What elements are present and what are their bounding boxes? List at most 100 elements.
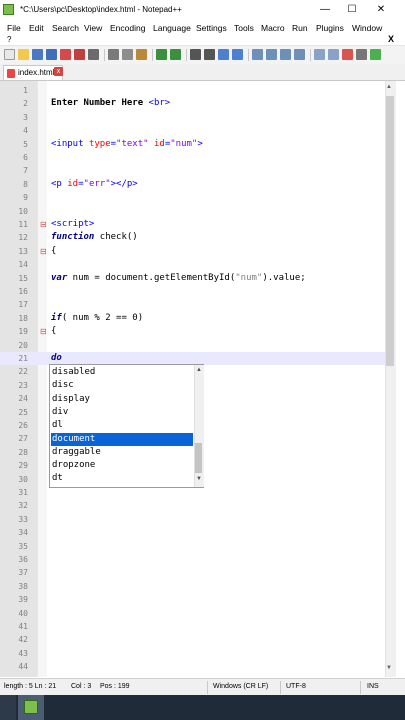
editor-line[interactable]: 40 [0, 607, 395, 620]
editor-line[interactable]: 11 <script> ⊟ [0, 218, 395, 231]
editor-line[interactable]: 16 [0, 285, 395, 298]
code-text[interactable]: Enter Number Here <br> [51, 97, 170, 110]
fold-toggle-icon[interactable]: ⊟ [40, 218, 47, 231]
editor-line[interactable]: 42 [0, 633, 395, 646]
code-text[interactable]: function check() [51, 231, 138, 244]
menu-macro[interactable]: Macro [261, 23, 285, 33]
code-text[interactable]: { [51, 325, 56, 338]
autocomplete-item[interactable]: document [51, 432, 193, 446]
editor-line[interactable]: 32 [0, 499, 395, 512]
menu-window[interactable]: Window [352, 23, 382, 33]
stop-macro-icon[interactable] [356, 49, 367, 60]
zoom-out-icon[interactable] [232, 49, 243, 60]
editor-line[interactable]: 1 [0, 84, 395, 97]
scroll-up-arrow-icon[interactable]: ▲ [386, 84, 392, 90]
editor-line[interactable]: 39 [0, 593, 395, 606]
status-encoding[interactable]: UTF-8 [286, 683, 306, 690]
close-file-icon[interactable] [60, 49, 71, 60]
tab-close-icon[interactable]: x [54, 67, 63, 76]
editor-line[interactable]: 20 [0, 339, 395, 352]
menu-edit[interactable]: Edit [29, 23, 44, 33]
replace-icon[interactable] [204, 49, 215, 60]
minimize-button[interactable]: — [314, 2, 336, 18]
editor-line[interactable]: 18 if( num % 2 == 0) [0, 312, 395, 325]
autocomplete-item[interactable]: display [51, 393, 193, 406]
notepad-taskbar-icon[interactable] [24, 700, 38, 714]
menu-settings[interactable]: Settings [196, 23, 227, 33]
code-text[interactable]: <input type="text" id="num"> [51, 138, 203, 151]
undo-icon[interactable] [156, 49, 167, 60]
editor-line[interactable]: 14 [0, 258, 395, 271]
editor-line[interactable]: 36 [0, 553, 395, 566]
new-file-icon[interactable] [4, 49, 15, 60]
code-text[interactable]: <p id="err"></p> [51, 178, 138, 191]
find-icon[interactable] [190, 49, 201, 60]
editor-line[interactable]: 41 [0, 620, 395, 633]
editor-line[interactable]: 44 [0, 660, 395, 673]
editor-line[interactable]: 8 <p id="err"></p> [0, 178, 395, 191]
editor-line[interactable]: 38 [0, 580, 395, 593]
zoom-in-icon[interactable] [218, 49, 229, 60]
autocomplete-item[interactable]: div [51, 406, 193, 419]
close-window-button[interactable]: ✕ [370, 2, 392, 18]
autocomplete-scroll-down-icon[interactable]: ▼ [196, 476, 202, 482]
function-list-icon[interactable] [328, 49, 339, 60]
vertical-scrollbar-thumb[interactable] [386, 96, 394, 366]
close-all-icon[interactable] [74, 49, 85, 60]
editor-line[interactable]: 31 [0, 486, 395, 499]
menu-language[interactable]: Language [153, 23, 191, 33]
paste-icon[interactable] [136, 49, 147, 60]
autocomplete-item[interactable]: dropzone [51, 459, 193, 472]
scroll-down-arrow-icon[interactable]: ▼ [386, 665, 392, 671]
menu-help[interactable]: ? [7, 35, 11, 44]
editor-line[interactable]: 7 [0, 164, 395, 177]
open-file-icon[interactable] [18, 49, 29, 60]
redo-icon[interactable] [170, 49, 181, 60]
autocomplete-item[interactable]: disabled [51, 366, 193, 379]
editor-line[interactable]: 12 function check() [0, 231, 395, 244]
editor-line[interactable]: 2 Enter Number Here <br> [0, 97, 395, 110]
autocomplete-scrollbar-thumb[interactable] [195, 443, 202, 473]
editor-line[interactable]: 4 [0, 124, 395, 137]
editor-line[interactable]: 13 {⊟ [0, 245, 395, 258]
autocomplete-item[interactable]: dt [51, 472, 193, 485]
editor-line[interactable]: 19 {⊟ [0, 325, 395, 338]
code-text[interactable]: if( num % 2 == 0) [51, 312, 143, 325]
menu-plugins[interactable]: Plugins [316, 23, 344, 33]
menu-search[interactable]: Search [52, 23, 79, 33]
play-macro-icon[interactable] [370, 49, 381, 60]
editor-line[interactable]: 17 [0, 298, 395, 311]
status-insert-mode[interactable]: INS [367, 683, 379, 690]
editor-line[interactable]: 43 [0, 647, 395, 660]
show-all-chars-icon[interactable] [280, 49, 291, 60]
print-icon[interactable] [88, 49, 99, 60]
indent-guide-icon[interactable] [294, 49, 305, 60]
menu-file[interactable]: File [7, 23, 21, 33]
editor-line[interactable]: 37 [0, 566, 395, 579]
autocomplete-item[interactable]: disc [51, 379, 193, 392]
save-all-icon[interactable] [46, 49, 57, 60]
menu-tools[interactable]: Tools [234, 23, 254, 33]
editor-line[interactable]: 9 [0, 191, 395, 204]
word-wrap-icon[interactable] [266, 49, 277, 60]
menu-run[interactable]: Run [292, 23, 308, 33]
fold-toggle-icon[interactable]: ⊟ [40, 325, 47, 338]
autocomplete-item[interactable]: draggable [51, 446, 193, 459]
menu-view[interactable]: View [84, 23, 102, 33]
code-text[interactable]: { [51, 245, 56, 258]
editor-line[interactable]: 15 var num = document.getElementById("num… [0, 272, 395, 285]
editor-line[interactable]: 5 <input type="text" id="num"> [0, 138, 395, 151]
menu-encoding[interactable]: Encoding [110, 23, 145, 33]
editor-line[interactable]: 33 [0, 513, 395, 526]
code-text[interactable]: var num = document.getElementById("num")… [51, 272, 306, 285]
tab-index-html[interactable]: index.html x [3, 65, 63, 80]
close-document-button[interactable]: X [388, 34, 394, 44]
autocomplete-item[interactable]: dl [51, 419, 193, 432]
sync-scroll-icon[interactable] [252, 49, 263, 60]
copy-icon[interactable] [122, 49, 133, 60]
maximize-button[interactable]: ☐ [341, 2, 363, 18]
fold-toggle-icon[interactable]: ⊟ [40, 245, 47, 258]
cut-icon[interactable] [108, 49, 119, 60]
editor-line[interactable]: 35 [0, 540, 395, 553]
editor-line[interactable]: 6 [0, 151, 395, 164]
